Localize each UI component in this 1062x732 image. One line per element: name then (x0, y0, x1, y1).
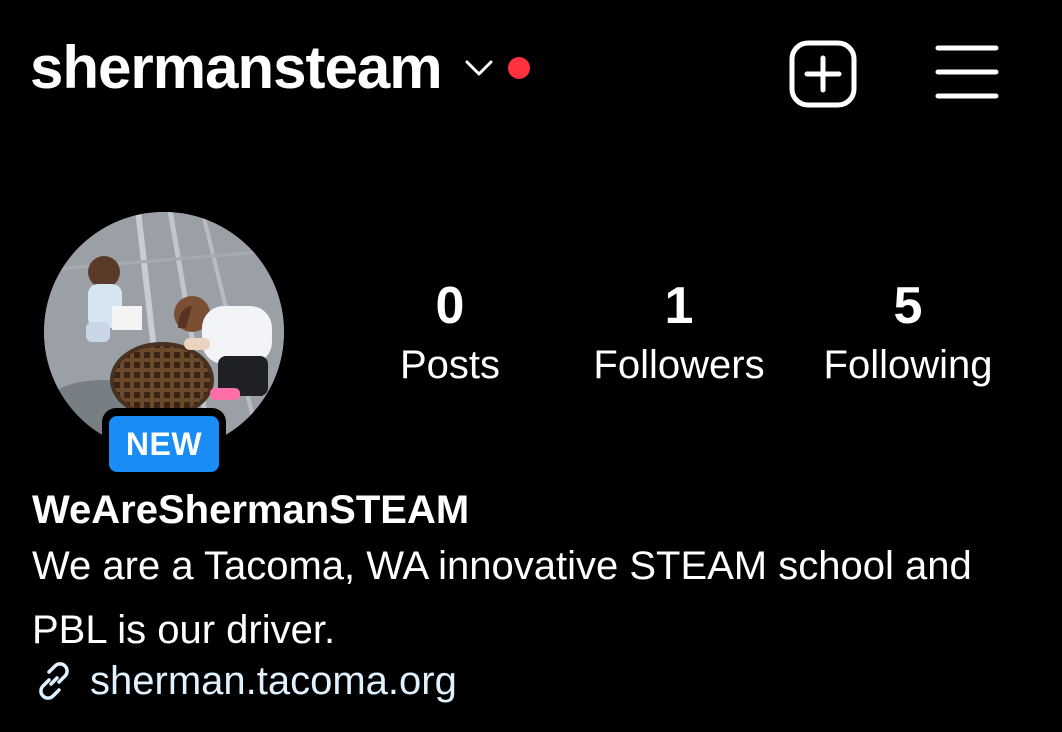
new-badge: NEW (109, 416, 219, 472)
display-name: WeAreShermanSTEAM (32, 488, 470, 532)
bio-text: We are a Tacoma, WA innovative STEAM sch… (32, 544, 972, 652)
followers-label: Followers (593, 343, 765, 387)
link-url: sherman.tacoma.org (90, 659, 457, 703)
profile-header: shermansteam (0, 0, 1062, 150)
hamburger-menu-icon (935, 45, 999, 99)
posts-label: Posts (399, 343, 501, 387)
posts-count: 0 (435, 277, 465, 335)
followers-count: 1 (664, 277, 694, 335)
stat-following[interactable]: 5 Following (808, 278, 1008, 396)
bio-link[interactable]: sherman.tacoma.org (32, 656, 457, 706)
username: shermansteam (30, 34, 443, 101)
following-label: Following (823, 343, 993, 387)
create-post-button[interactable] (788, 39, 858, 109)
notification-dot (507, 57, 530, 79)
stat-posts[interactable]: 0 Posts (380, 278, 520, 396)
profile-page: shermansteam NEW 0 Posts 1 Followers 5 F… (0, 0, 1062, 732)
account-switcher[interactable]: shermansteam (30, 38, 530, 98)
following-count: 5 (893, 277, 923, 335)
chevron-down-icon (464, 58, 494, 78)
menu-button[interactable] (934, 42, 1000, 102)
plus-square-icon (789, 40, 857, 108)
link-icon (39, 662, 69, 700)
stat-followers[interactable]: 1 Followers (574, 278, 784, 396)
